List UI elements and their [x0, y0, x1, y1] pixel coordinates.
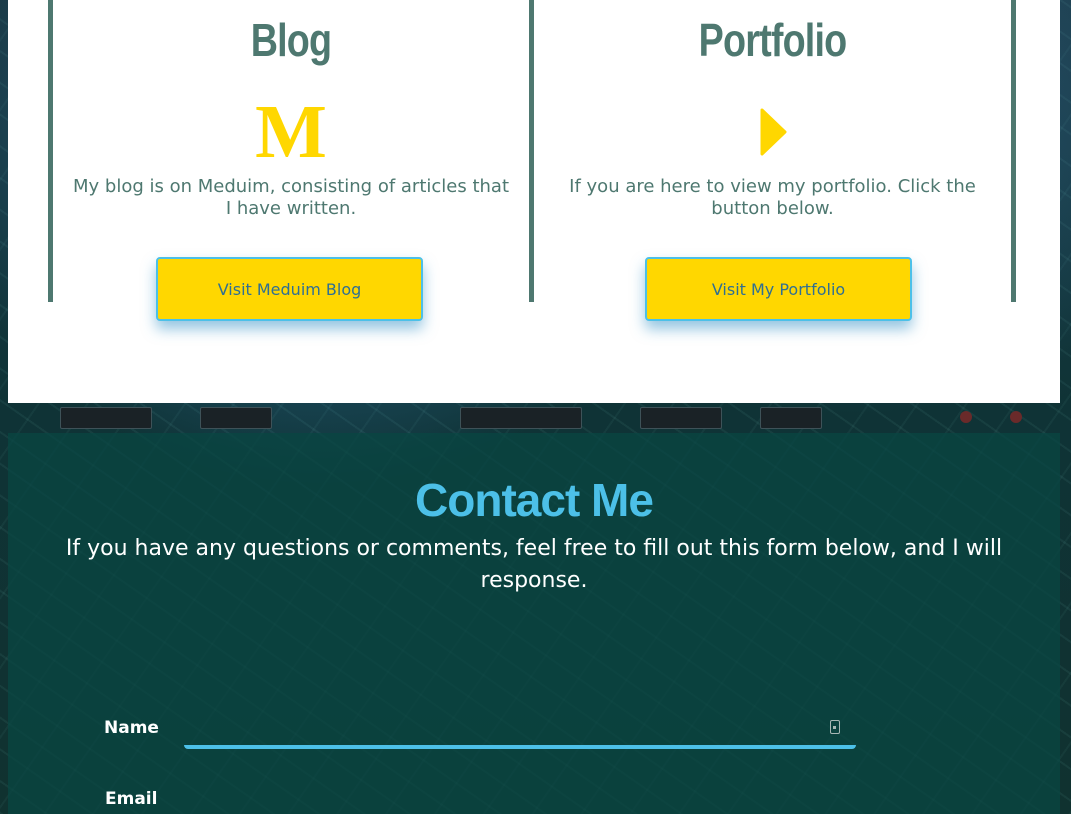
medium-icon: M — [255, 90, 327, 174]
blog-description: My blog is on Meduim, consisting of arti… — [72, 176, 510, 219]
contact-section: Contact Me If you have any questions or … — [8, 433, 1060, 814]
visit-portfolio-button[interactable]: Visit My Portfolio — [645, 257, 912, 321]
background-components — [0, 403, 1071, 435]
blog-title: Blog — [250, 14, 332, 66]
play-icon — [534, 94, 1011, 170]
contact-card-icon[interactable] — [830, 720, 840, 734]
email-label: Email — [105, 789, 158, 809]
contact-description: If you have any questions or comments, f… — [65, 536, 1003, 593]
portfolio-description: If you are here to view my portfolio. Cl… — [569, 176, 976, 219]
contact-title: Contact Me — [415, 474, 654, 526]
portfolio-title: Portfolio — [698, 14, 847, 66]
links-section: Blog M My blog is on Meduim, consisting … — [8, 0, 1060, 403]
visit-blog-button[interactable]: Visit Meduim Blog — [156, 257, 423, 321]
name-label: Name — [104, 718, 159, 738]
name-field[interactable] — [184, 713, 856, 749]
